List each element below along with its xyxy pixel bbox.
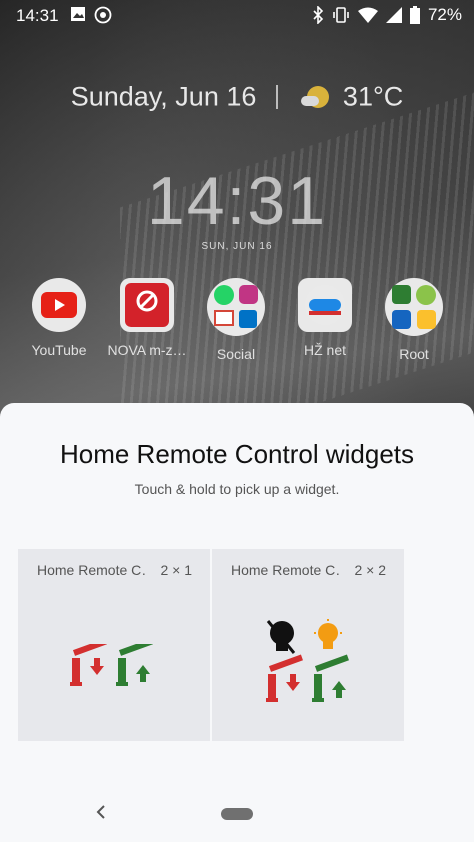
widget-size: 2 × 1 (160, 562, 192, 578)
app-label: Social (216, 346, 256, 362)
image-icon (71, 7, 85, 21)
divider (275, 84, 278, 109)
widgets-bottom-sheet: Home Remote Control widgets Touch & hold… (0, 403, 474, 842)
train-icon (298, 278, 352, 332)
app-label: NOVA m-z… (107, 342, 187, 358)
light-on-icon (314, 619, 342, 649)
youtube-icon (32, 278, 86, 332)
temperature: 31°C (342, 81, 404, 112)
widget-name: Home Remote C… (37, 562, 147, 578)
battery-icon (409, 6, 420, 24)
sheet-title: Home Remote Control widgets (59, 439, 415, 469)
widget-size: 2 × 2 (354, 562, 386, 578)
light-and-gate-icons (266, 619, 349, 702)
date-weather-row[interactable]: Sunday, Jun 16 31°C (0, 80, 474, 112)
signal-icon (385, 7, 402, 23)
whatsapp-icon (94, 6, 112, 24)
gate-pair-icon (70, 644, 153, 686)
widget-preview-2x2[interactable]: Home Remote C… 2 × 2 (212, 549, 404, 741)
partly-sunny-icon (301, 85, 330, 108)
nova-icon (120, 278, 174, 332)
gate-open-icon (312, 654, 349, 702)
status-time: 14:31 (16, 6, 59, 25)
sheet-subtitle: Touch & hold to pick up a widget. (134, 481, 340, 497)
app-folder-root[interactable]: Root (371, 278, 457, 362)
status-bar: 14:31 72% (0, 0, 474, 30)
back-icon (96, 805, 105, 819)
app-folder-social[interactable]: Social (193, 278, 279, 362)
social-folder-icon (207, 278, 265, 336)
widget-preview-2x1[interactable]: Home Remote C… 2 × 1 (18, 549, 210, 741)
vibrate-icon (333, 7, 349, 23)
app-hz-net[interactable]: HŽ net (282, 278, 368, 358)
gate-close-icon (266, 654, 303, 702)
battery-percent: 72% (427, 5, 462, 24)
app-label: YouTube (31, 342, 87, 358)
clock-widget[interactable]: 14:31 (0, 162, 474, 240)
root-folder-icon (385, 278, 443, 336)
bluetooth-icon (313, 6, 324, 24)
app-nova[interactable]: NOVA m-z… (104, 278, 190, 358)
app-youtube[interactable]: YouTube (16, 278, 102, 358)
wifi-icon (357, 7, 378, 23)
app-label: HŽ net (303, 342, 346, 358)
home-date: Sunday, Jun 16 (70, 81, 257, 112)
clock-date: SUN, JUN 16 (201, 241, 273, 252)
gate-open-icon (116, 644, 153, 686)
light-off-icon (266, 620, 296, 654)
nav-back-button[interactable] (95, 800, 107, 826)
app-label: Root (399, 346, 429, 362)
widget-name: Home Remote C… (231, 562, 341, 578)
nav-home-pill[interactable] (221, 808, 253, 820)
gate-close-icon (70, 644, 107, 686)
